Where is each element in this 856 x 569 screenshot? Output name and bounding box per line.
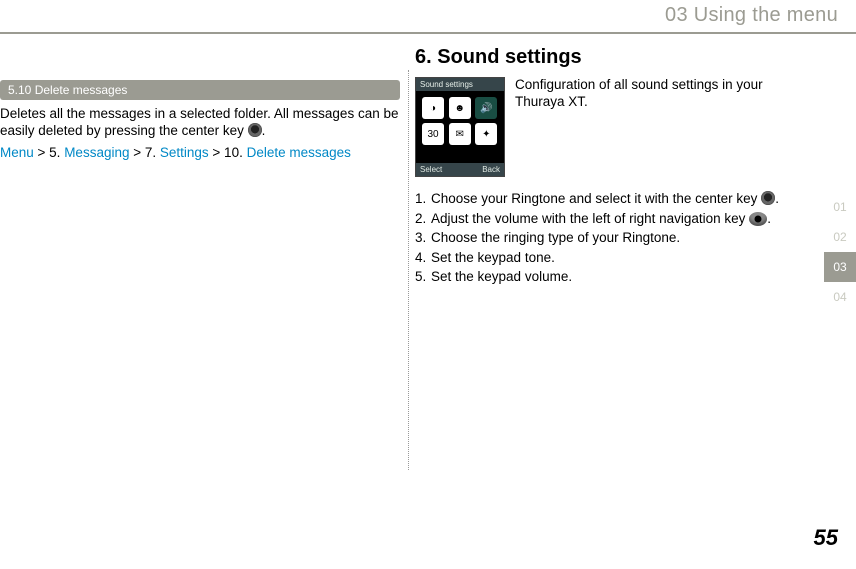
list-item: Set the keypad tone. — [415, 248, 815, 268]
body-text-dot: . — [262, 123, 266, 138]
menu-compass-icon: ◑ — [422, 97, 444, 119]
step-text: Choose the ringing type of your Ringtone… — [431, 230, 680, 245]
step-text: Adjust the volume with the left of right… — [431, 211, 749, 226]
side-tab-03: 03 — [824, 252, 856, 282]
breadcrumb: Menu > 5. Messaging > 7. Settings > 10. … — [0, 144, 400, 162]
phone-title-bar: Sound settings — [416, 78, 504, 91]
crumb-menu: Menu — [0, 145, 34, 160]
crumb-settings: Settings — [160, 145, 209, 160]
page-number: 55 — [814, 525, 838, 551]
center-key-icon — [248, 123, 262, 137]
crumb-sep: > 5. — [34, 145, 64, 160]
softkey-left: Select — [420, 165, 442, 174]
step-text: Set the keypad volume. — [431, 269, 572, 284]
column-divider — [408, 70, 409, 470]
menu-messages-icon: ✉ — [449, 123, 471, 145]
left-column: 5.10 Delete messages Deletes all the mes… — [0, 80, 400, 161]
menu-sound-icon: 🔊 — [475, 97, 497, 119]
phone-softkeys: Select Back — [416, 163, 504, 176]
crumb-sep: > 7. — [129, 145, 159, 160]
crumb-sep: > 10. — [209, 145, 247, 160]
sound-settings-description: Configuration of all sound settings in y… — [515, 77, 815, 111]
sound-settings-heading: 6. Sound settings — [415, 46, 815, 69]
side-chapter-tabs: 01 02 03 04 — [824, 192, 856, 312]
menu-calendar-icon: 30 — [422, 123, 444, 145]
crumb-delete: Delete messages — [247, 145, 351, 160]
list-item: Adjust the volume with the left of right… — [415, 209, 815, 229]
phone-icon-grid: ◑ ☻ 🔊 30 ✉ ✦ — [416, 91, 504, 151]
menu-contacts-icon: ☻ — [449, 97, 471, 119]
body-text-part: Deletes all the messages in a selected f… — [0, 106, 398, 138]
list-item: Set the keypad volume. — [415, 267, 815, 287]
side-tab-02: 02 — [824, 222, 856, 252]
center-key-icon — [761, 191, 775, 205]
list-item: Choose the ringing type of your Ringtone… — [415, 228, 815, 248]
delete-messages-description: Deletes all the messages in a selected f… — [0, 106, 400, 140]
chapter-header: 03 Using the menu — [665, 0, 856, 31]
section-heading-delete-messages: 5.10 Delete messages — [0, 80, 400, 100]
softkey-right: Back — [482, 165, 500, 174]
side-tab-01: 01 — [824, 192, 856, 222]
steps-list: Choose your Ringtone and select it with … — [415, 189, 815, 287]
menu-settings-icon: ✦ — [475, 123, 497, 145]
step-text-end: . — [767, 211, 771, 226]
step-text-end: . — [775, 191, 779, 206]
list-item: Choose your Ringtone and select it with … — [415, 189, 815, 209]
step-text: Set the keypad tone. — [431, 250, 555, 265]
side-tab-04: 04 — [824, 282, 856, 312]
step-text: Choose your Ringtone and select it with … — [431, 191, 761, 206]
right-column: 6. Sound settings Sound settings ◑ ☻ 🔊 3… — [415, 40, 815, 287]
navigation-key-icon — [749, 212, 767, 226]
header-rule — [0, 32, 856, 34]
crumb-messaging: Messaging — [64, 145, 129, 160]
phone-screenshot: Sound settings ◑ ☻ 🔊 30 ✉ ✦ Select Back — [415, 77, 505, 177]
phone-and-text-row: Sound settings ◑ ☻ 🔊 30 ✉ ✦ Select Back … — [415, 77, 815, 177]
